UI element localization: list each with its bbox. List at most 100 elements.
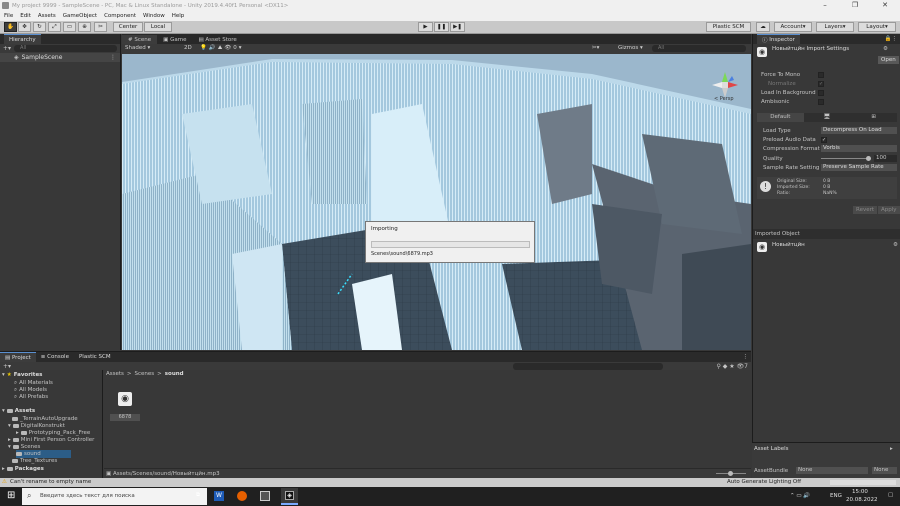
play-button[interactable]: ▶: [418, 22, 433, 32]
object-settings-icon[interactable]: ⚙: [893, 242, 898, 248]
menu-help[interactable]: Help: [172, 13, 185, 19]
favorites-row[interactable]: ▾ ★ Favorites: [2, 371, 42, 379]
project-search-input[interactable]: [513, 362, 664, 370]
path-audio-icon: ▣: [106, 471, 112, 477]
favorite-item[interactable]: ⌕ All Prefabs: [14, 393, 48, 401]
menu-component[interactable]: Component: [104, 13, 136, 19]
status-message[interactable]: Can't rename to empty name: [10, 479, 91, 485]
lock-icon[interactable]: 🔒⋮: [885, 36, 900, 42]
compression-dropdown[interactable]: Vorbis: [821, 145, 897, 152]
task-view-icon[interactable]: ⧉: [196, 492, 200, 499]
notification-icon[interactable]: ▢: [888, 492, 893, 498]
layers-dropdown[interactable]: Layers ▾: [816, 22, 854, 32]
scale-tool-button[interactable]: ⤢: [48, 22, 61, 32]
minimize-button[interactable]: –: [810, 0, 840, 11]
firefox-icon[interactable]: [237, 491, 247, 501]
tools-icon[interactable]: ✂▾: [592, 45, 599, 51]
tab-project[interactable]: ▤ Project: [0, 352, 36, 362]
unity-hub-icon[interactable]: [260, 491, 270, 501]
word-icon[interactable]: W: [214, 491, 224, 501]
breadcrumb-scenes[interactable]: Scenes: [135, 371, 155, 377]
tab-platform-windows[interactable]: ⊞: [850, 113, 897, 122]
taskbar-search-box[interactable]: ⌕ Введите здесь текст для поиска: [22, 488, 207, 505]
revert-button[interactable]: Revert: [853, 206, 878, 214]
shading-mode-dropdown[interactable]: Shaded ▾: [125, 45, 150, 51]
breadcrumb-sound[interactable]: sound: [165, 371, 184, 377]
preload-checkbox[interactable]: ✓: [821, 136, 827, 143]
tab-platform-standalone[interactable]: 🖥: [804, 113, 851, 122]
custom-tool-button[interactable]: ✂: [94, 22, 107, 32]
sample-rate-dropdown[interactable]: Preserve Sample Rate: [821, 164, 897, 171]
ambisonic-checkbox[interactable]: [818, 98, 824, 105]
hierarchy-tab[interactable]: Hierarchy: [4, 34, 41, 44]
load-type-dropdown[interactable]: Decompress On Load: [821, 127, 897, 134]
icon-size-handle[interactable]: [728, 471, 733, 476]
windows-start-icon[interactable]: ⊞: [7, 491, 15, 501]
inspector-tab[interactable]: ⓘ Inspector: [757, 34, 800, 44]
plastic-scm-button[interactable]: Plastic SCM: [706, 22, 751, 32]
tab-plastic-scm[interactable]: Plastic SCM: [74, 354, 116, 360]
asset-bundle-dropdown[interactable]: None: [796, 467, 868, 474]
transform-tool-button[interactable]: ⊕: [78, 22, 91, 32]
open-button[interactable]: Open: [878, 56, 899, 64]
taskbar-date[interactable]: 20.08.2022: [846, 497, 878, 503]
force-mono-checkbox[interactable]: [818, 71, 824, 78]
maximize-button[interactable]: ❐: [840, 0, 870, 11]
account-dropdown[interactable]: Account ▾: [774, 22, 812, 32]
project-menu-icon[interactable]: ⋮: [743, 354, 752, 360]
rotate-tool-button[interactable]: ↻: [33, 22, 46, 32]
close-button[interactable]: ✕: [870, 0, 900, 11]
lighting-status[interactable]: Auto Generate Lighting Off: [727, 479, 801, 485]
layout-dropdown[interactable]: Layout ▾: [858, 22, 896, 32]
audio-asset-icon[interactable]: ◉: [118, 392, 132, 406]
menu-gameobject[interactable]: GameObject: [63, 13, 97, 19]
2d-toggle[interactable]: 2D: [184, 45, 192, 51]
hand-tool-button[interactable]: ✋: [4, 22, 17, 32]
normalize-checkbox[interactable]: ✓: [818, 80, 824, 87]
language-indicator[interactable]: ENG: [830, 493, 842, 499]
breadcrumb-assets[interactable]: Assets: [106, 371, 124, 377]
scene-viewport[interactable]: < Persp: [122, 54, 751, 350]
tab-asset-store[interactable]: ▤ Asset Store: [192, 35, 242, 44]
gizmos-dropdown[interactable]: Gizmos ▾: [618, 45, 643, 51]
packages-root[interactable]: ▸ Packages: [2, 465, 44, 473]
menu-edit[interactable]: Edit: [20, 13, 31, 19]
settings-icon[interactable]: ⚙: [883, 46, 888, 52]
move-tool-button[interactable]: ✥: [18, 22, 31, 32]
menu-file[interactable]: File: [4, 13, 13, 19]
perspective-label[interactable]: < Persp: [714, 96, 734, 102]
create-button[interactable]: +▾: [3, 45, 11, 52]
quality-input[interactable]: 100: [874, 155, 897, 162]
space-local-toggle[interactable]: Local: [144, 22, 172, 32]
tab-game[interactable]: ▣ Game: [157, 35, 192, 44]
tab-scene[interactable]: # Scene: [122, 35, 158, 44]
rect-tool-button[interactable]: ▭: [63, 22, 76, 32]
project-filter-icons[interactable]: ⚲ ◆ ★ 👁7: [716, 363, 748, 370]
scene-menu-icon[interactable]: ⋮: [110, 54, 120, 61]
quality-slider-track[interactable]: [821, 158, 871, 159]
apply-button[interactable]: Apply: [878, 206, 900, 214]
unity-editor-taskbar-icon[interactable]: ◈: [281, 488, 298, 505]
load-background-checkbox[interactable]: [818, 89, 824, 96]
asset-name-field[interactable]: 6878: [110, 414, 140, 421]
quality-slider-handle[interactable]: [866, 156, 871, 161]
tab-console[interactable]: ≡ Console: [36, 354, 74, 360]
assets-root[interactable]: ▾ Assets: [2, 407, 35, 415]
scene-view-toggles[interactable]: 💡🔊⛰👁0▾: [200, 45, 244, 52]
pause-button[interactable]: ❚❚: [434, 22, 449, 32]
pivot-center-toggle[interactable]: Center: [113, 22, 143, 32]
folder-row[interactable]: Tree_Textures: [12, 457, 57, 465]
project-create-button[interactable]: +▾: [3, 363, 11, 370]
menu-assets[interactable]: Assets: [38, 13, 56, 19]
taskbar-time[interactable]: 15:00: [852, 489, 868, 495]
menu-window[interactable]: Window: [143, 13, 165, 19]
asset-labels-expand-icon[interactable]: ▸: [890, 446, 893, 452]
tab-platform-default[interactable]: Default: [757, 113, 804, 122]
hierarchy-search-input[interactable]: All: [14, 45, 117, 52]
cloud-icon[interactable]: ☁: [756, 22, 770, 32]
tray-icons[interactable]: ⌃ ▭ 🔊: [790, 493, 810, 499]
step-button[interactable]: ▶❚: [450, 22, 465, 32]
scene-row[interactable]: ◈ SampleScene ⋮: [0, 53, 120, 62]
scene-search-input[interactable]: All: [652, 45, 746, 52]
asset-variant-dropdown[interactable]: None: [872, 467, 897, 474]
